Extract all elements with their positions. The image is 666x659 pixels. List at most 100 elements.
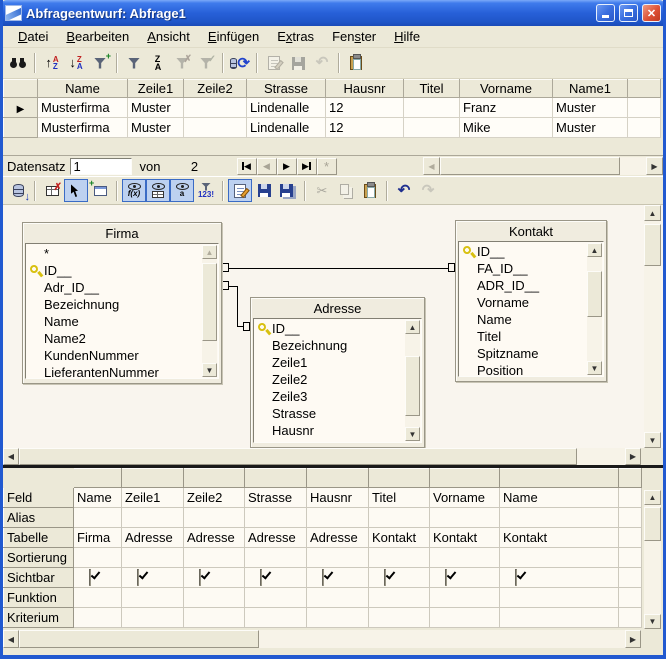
relation-design-area[interactable]: Firma * ID__ Adr_ID__ Bezeich [3, 205, 663, 448]
scroll-down-icon[interactable]: ▼ [644, 432, 661, 448]
distinct-values-button[interactable]: 123! [194, 179, 218, 202]
previous-record-button[interactable]: ◀ [257, 158, 277, 175]
grid-cell-tabelle[interactable]: Adresse [245, 528, 307, 548]
grid-cell-feld[interactable]: Name [74, 488, 122, 508]
field-item[interactable]: Bezeichnung [29, 296, 218, 313]
column-header[interactable]: Name [38, 80, 128, 98]
grid-cell-empty[interactable] [619, 528, 642, 548]
grid-cell-sortierung[interactable] [307, 548, 369, 568]
grid-cell-tabelle[interactable]: Kontakt [500, 528, 619, 548]
redo-button[interactable]: ↷ [416, 179, 440, 202]
cell[interactable] [404, 98, 460, 118]
scroll-down-icon[interactable]: ▼ [644, 614, 661, 629]
visible-checkbox[interactable] [137, 569, 139, 586]
field-item[interactable]: Zeile2 [257, 371, 421, 388]
grid-cell-alias[interactable] [74, 508, 122, 528]
scroll-up-icon[interactable]: ▲ [405, 320, 420, 334]
grid-cell-feld[interactable]: Zeile2 [184, 488, 245, 508]
new-record-button[interactable]: * [317, 158, 337, 175]
design-vertical-scrollbar[interactable]: ▲ ▼ [644, 205, 661, 448]
switch-design-view-button[interactable] [64, 179, 88, 202]
standard-filter-button[interactable] [122, 52, 146, 75]
grid-horizontal-scrollbar[interactable]: ◀ ▶ [3, 630, 641, 648]
grid-cell-funktion[interactable] [500, 588, 619, 608]
scroll-down-icon[interactable]: ▼ [587, 361, 602, 375]
visible-checkbox[interactable] [515, 569, 517, 586]
cell[interactable]: Muster [128, 118, 184, 138]
field-item[interactable]: Postfach [257, 439, 421, 443]
field-item[interactable]: Titel [462, 328, 603, 345]
grid-cell-kriterium[interactable] [430, 608, 500, 628]
column-header[interactable]: Strasse [247, 80, 326, 98]
cell[interactable]: Muster [553, 98, 628, 118]
visible-checkbox[interactable] [445, 569, 447, 586]
grid-cell-feld[interactable]: Vorname [430, 488, 500, 508]
field-item[interactable]: Bezeichnung [257, 337, 421, 354]
grid-cell-sortierung[interactable] [430, 548, 500, 568]
grid-cell-kriterium[interactable] [369, 608, 430, 628]
grid-cell-feld[interactable]: Strasse [245, 488, 307, 508]
cell[interactable]: 12 [326, 98, 404, 118]
grid-cell-tabelle[interactable]: Kontakt [430, 528, 500, 548]
grid-cell-tabelle[interactable]: Kontakt [369, 528, 430, 548]
field-list-scrollbar[interactable]: ▲ ▼ [405, 320, 420, 441]
field-item[interactable]: * [29, 245, 218, 262]
grid-cell-sortierung[interactable] [369, 548, 430, 568]
grid-cell-funktion[interactable] [307, 588, 369, 608]
grid-cell-funktion[interactable] [184, 588, 245, 608]
visible-checkbox[interactable] [89, 569, 91, 586]
scroll-up-icon[interactable]: ▲ [644, 490, 661, 505]
scroll-up-icon[interactable]: ▲ [644, 205, 661, 221]
menu-ansicht[interactable]: Ansicht [138, 27, 199, 46]
clear-query-button[interactable]: ✗ [40, 179, 64, 202]
field-item[interactable]: ID__ [257, 320, 421, 337]
grid-cell-alias[interactable] [122, 508, 184, 528]
cell[interactable]: Musterfirma [38, 98, 128, 118]
grid-cell-empty[interactable] [619, 488, 642, 508]
save-record-button[interactable] [286, 52, 310, 75]
grid-cell-tabelle[interactable]: Adresse [307, 528, 369, 548]
menu-einfuegen[interactable]: Einfügen [199, 27, 268, 46]
table-box-firma[interactable]: Firma * ID__ Adr_ID__ Bezeich [22, 222, 222, 384]
scroll-right-icon[interactable]: ▶ [646, 157, 663, 175]
scroll-right-icon[interactable]: ▶ [625, 448, 641, 465]
grid-cell-funktion[interactable] [122, 588, 184, 608]
grid-cell-empty[interactable] [619, 548, 642, 568]
functions-button[interactable]: f(x) [122, 179, 146, 202]
field-item[interactable]: KundenNummer [29, 347, 218, 364]
grid-cell-feld[interactable]: Titel [369, 488, 430, 508]
cell[interactable] [404, 118, 460, 138]
result-horizontal-scrollbar[interactable]: ◀ ▶ [423, 157, 663, 175]
grid-cell-sichtbar[interactable] [184, 568, 245, 588]
grid-cell-empty[interactable] [619, 508, 642, 528]
sort-ascending-button[interactable]: ↑AZ [40, 52, 64, 75]
grid-cell-tabelle[interactable]: Adresse [184, 528, 245, 548]
first-record-button[interactable]: ◀ [237, 158, 257, 175]
field-item[interactable]: FA_ID__ [462, 260, 603, 277]
grid-cell-sortierung[interactable] [122, 548, 184, 568]
grid-column-headers[interactable] [4, 469, 642, 488]
grid-cell-alias[interactable] [369, 508, 430, 528]
grid-cell-tabelle[interactable]: Firma [74, 528, 122, 548]
field-item[interactable]: Name [29, 313, 218, 330]
cut-button[interactable]: ✂ [310, 179, 334, 202]
field-item[interactable]: ADR_ID__ [462, 277, 603, 294]
grid-cell-funktion[interactable] [74, 588, 122, 608]
minimize-button[interactable] [596, 4, 615, 22]
table-box-title[interactable]: Firma [25, 225, 219, 243]
join-line-firma-kontakt[interactable] [229, 268, 449, 269]
grid-cell-kriterium[interactable] [500, 608, 619, 628]
field-item[interactable]: Spitzname [462, 345, 603, 362]
grid-cell-empty[interactable] [619, 568, 642, 588]
grid-cell-sichtbar[interactable] [74, 568, 122, 588]
grid-cell-tabelle[interactable]: Adresse [122, 528, 184, 548]
table-row[interactable]: ▶ Musterfirma Muster Lindenalle 12 Franz… [4, 98, 661, 118]
row-selector[interactable]: ▶ [4, 98, 38, 118]
table-name-button[interactable] [146, 179, 170, 202]
grid-cell-alias[interactable] [184, 508, 245, 528]
close-button[interactable]: ✕ [642, 4, 661, 22]
field-item[interactable]: Adr_ID__ [29, 279, 218, 296]
menu-fenster[interactable]: Fenster [323, 27, 385, 46]
field-item[interactable]: Vorname [462, 294, 603, 311]
grid-cell-kriterium[interactable] [122, 608, 184, 628]
